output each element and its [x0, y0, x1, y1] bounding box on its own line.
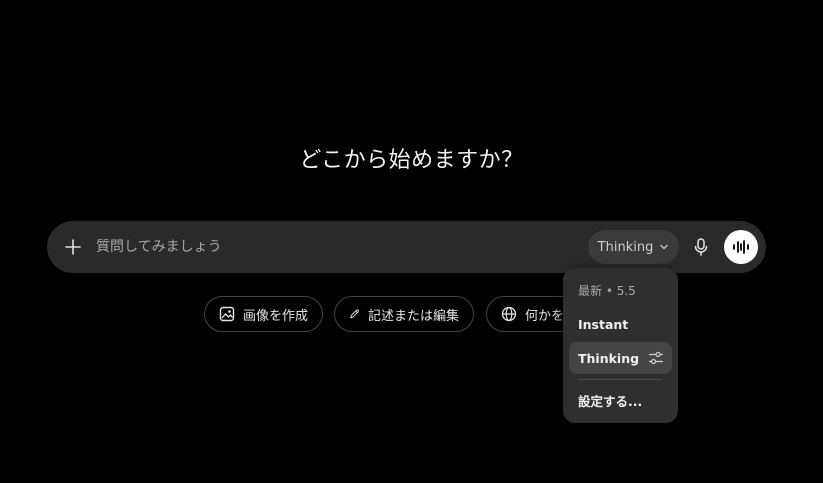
- chevron-down-icon: [660, 244, 668, 250]
- plus-icon[interactable]: [61, 235, 85, 259]
- prompt-input[interactable]: 質問してみましょう: [96, 221, 222, 273]
- image-icon: [219, 306, 235, 322]
- suggestion-create-image[interactable]: 画像を作成: [204, 296, 323, 332]
- chat-composer: 質問してみましょう Thinking: [47, 221, 766, 273]
- model-option-label: Thinking: [578, 350, 640, 366]
- model-menu-header: 最新 • 5.5: [578, 284, 636, 298]
- model-option-thinking[interactable]: Thinking: [569, 342, 672, 374]
- model-option-instant[interactable]: Instant: [569, 308, 672, 340]
- suggestion-write-edit[interactable]: 記述または編集: [334, 296, 474, 332]
- voice-mode-button[interactable]: [724, 230, 758, 264]
- suggestion-label: 画像を作成: [242, 308, 308, 324]
- model-option-label: Instant: [578, 316, 629, 332]
- suggestion-label: 記述または編集: [367, 308, 459, 324]
- model-selector-button[interactable]: Thinking: [588, 230, 679, 264]
- microphone-icon[interactable]: [687, 233, 715, 261]
- page-heading: どこから始めますか？: [299, 148, 524, 173]
- globe-icon: [501, 306, 517, 322]
- sliders-icon[interactable]: [648, 351, 664, 365]
- settings-label: 設定する...: [578, 393, 643, 409]
- voice-waveform-icon: [733, 240, 749, 254]
- model-menu: 最新 • 5.5 Instant Thinking 設定する...: [563, 268, 678, 423]
- menu-divider: [578, 379, 663, 380]
- model-settings-link[interactable]: 設定する...: [569, 384, 672, 416]
- model-selector-label: Thinking: [597, 239, 654, 255]
- pencil-icon: [350, 309, 359, 319]
